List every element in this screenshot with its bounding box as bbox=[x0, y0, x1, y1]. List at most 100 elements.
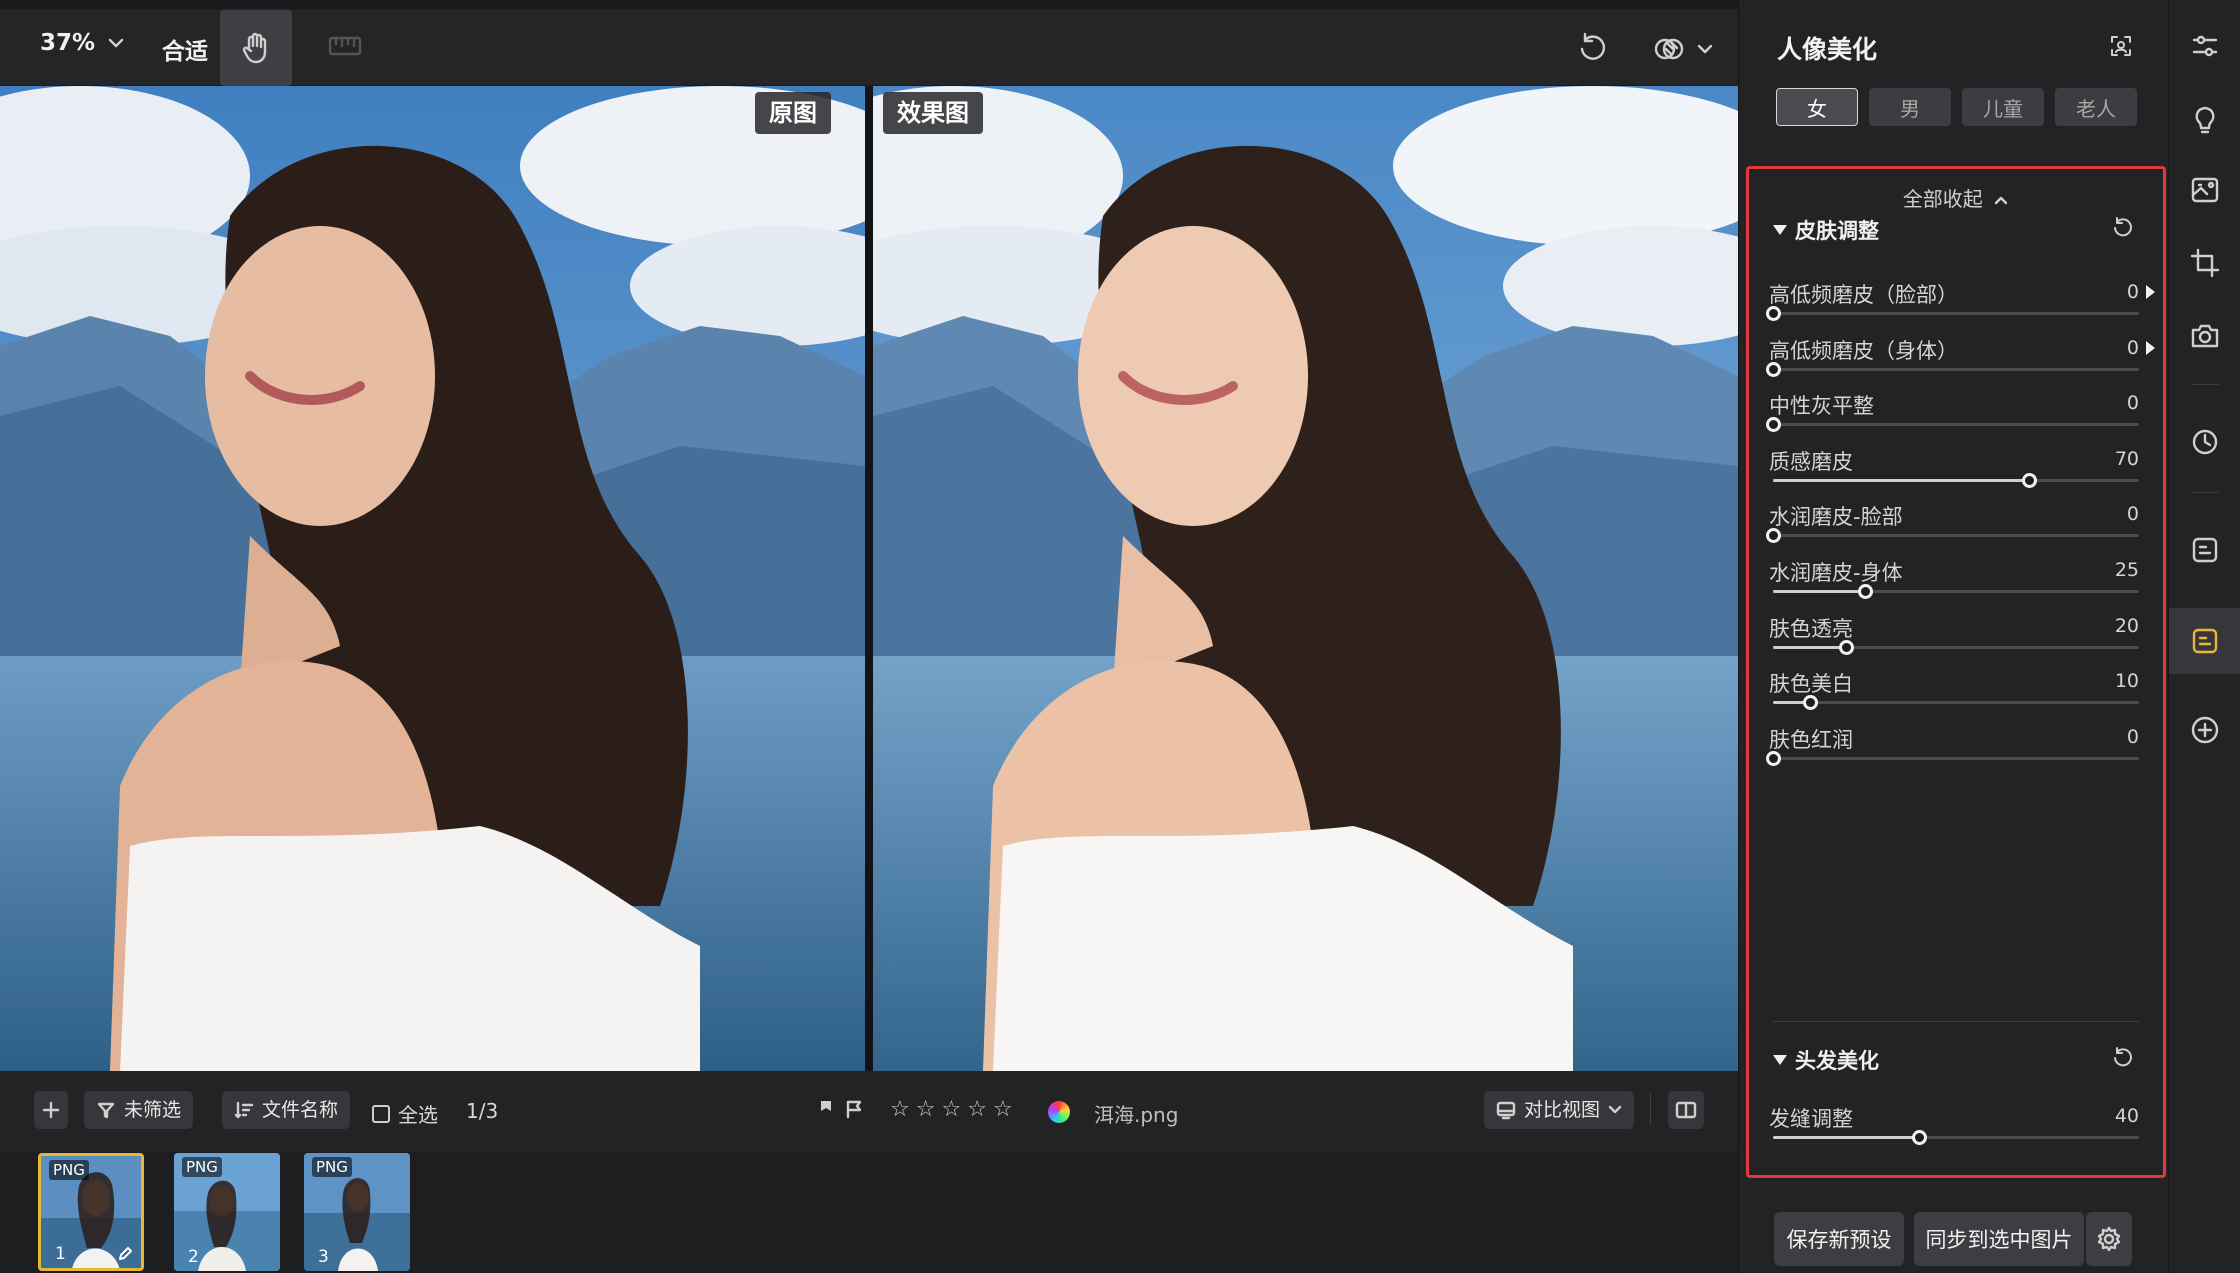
reset-icon[interactable] bbox=[2111, 1045, 2135, 1069]
save-preset-button[interactable]: 保存新预设 bbox=[1774, 1212, 1904, 1266]
slider-value[interactable]: 0 bbox=[2127, 392, 2139, 414]
slider-value[interactable]: 20 bbox=[2115, 615, 2139, 637]
image-edit-icon bbox=[2191, 177, 2219, 203]
skin-section-header[interactable]: 皮肤调整 bbox=[1773, 215, 1879, 245]
color-label-icon[interactable] bbox=[1048, 1101, 1070, 1123]
thumbnail-badge: PNG bbox=[49, 1160, 89, 1180]
slider-label: 质感磨皮 bbox=[1769, 449, 1853, 474]
slider-knob[interactable] bbox=[1766, 750, 1781, 766]
thumbnail-badge: PNG bbox=[312, 1157, 352, 1177]
plus-icon bbox=[42, 1101, 60, 1119]
compare-view-icon bbox=[1496, 1101, 1516, 1120]
rail-history-button[interactable] bbox=[2169, 412, 2240, 472]
thumbnail-item[interactable]: PNG 3 bbox=[304, 1153, 410, 1271]
slider-track[interactable] bbox=[1766, 306, 2139, 321]
crop-icon bbox=[2190, 248, 2220, 278]
effect-image[interactable]: 效果图 bbox=[873, 86, 1738, 1071]
rail-note-button[interactable] bbox=[2169, 520, 2240, 580]
slider-track[interactable] bbox=[1766, 750, 2139, 766]
segment-female[interactable]: 女 bbox=[1776, 88, 1858, 126]
select-all-checkbox[interactable]: 全选 bbox=[372, 1099, 438, 1128]
slider-knob[interactable] bbox=[1766, 528, 1781, 544]
slider-knob[interactable] bbox=[2022, 472, 2038, 488]
slider-knob[interactable] bbox=[1839, 639, 1855, 655]
slider-knob[interactable] bbox=[1802, 695, 1818, 711]
thumbnail-item[interactable]: PNG 1 bbox=[38, 1153, 144, 1271]
rail-camera-button[interactable] bbox=[2169, 306, 2240, 366]
star-icon[interactable]: ☆ bbox=[967, 1097, 987, 1122]
slider-track[interactable] bbox=[1766, 528, 2139, 544]
slider-knob[interactable] bbox=[1766, 417, 1781, 433]
portrait-beauty-icon bbox=[2192, 628, 2218, 654]
slider-value[interactable]: 0 bbox=[2127, 281, 2139, 303]
slider-track[interactable] bbox=[1773, 472, 2139, 488]
slider-knob[interactable] bbox=[1912, 1130, 1928, 1145]
rail-crop-button[interactable] bbox=[2169, 234, 2240, 294]
slider-track[interactable] bbox=[1773, 1130, 2139, 1145]
segment-child[interactable]: 儿童 bbox=[1962, 88, 2044, 126]
slider-label: 水润磨皮-身体 bbox=[1769, 561, 1903, 585]
thumbnail-badge: PNG bbox=[182, 1157, 222, 1177]
face-detect-icon[interactable] bbox=[2109, 34, 2133, 58]
star-icon[interactable]: ☆ bbox=[993, 1097, 1013, 1122]
hand-tool-button[interactable] bbox=[220, 10, 292, 86]
filter-button[interactable]: 未筛选 bbox=[84, 1091, 194, 1129]
slider-track[interactable] bbox=[1773, 695, 2139, 711]
star-icon[interactable]: ☆ bbox=[916, 1097, 936, 1122]
segment-elderly[interactable]: 老人 bbox=[2055, 88, 2137, 126]
slider-knob[interactable] bbox=[1857, 584, 1873, 599]
thumbnail-item[interactable]: PNG 2 bbox=[174, 1153, 280, 1271]
hair-section-header[interactable]: 头发美化 bbox=[1773, 1045, 1879, 1075]
star-icon[interactable]: ☆ bbox=[941, 1097, 961, 1122]
rail-portrait-beauty-button[interactable] bbox=[2169, 608, 2240, 674]
slider-value[interactable]: 25 bbox=[2115, 559, 2139, 581]
slider-track[interactable] bbox=[1766, 361, 2139, 377]
slider-knob[interactable] bbox=[1766, 306, 1781, 321]
zoom-select[interactable]: 37% bbox=[40, 30, 125, 56]
slider-value[interactable]: 0 bbox=[2127, 726, 2139, 748]
original-image[interactable]: 原图 bbox=[0, 86, 865, 1071]
settings-button[interactable] bbox=[2086, 1212, 2132, 1266]
slider-track[interactable] bbox=[1766, 417, 2139, 433]
compare-canvas[interactable]: 原图 效果图 bbox=[0, 86, 1738, 1071]
select-all-label: 全选 bbox=[398, 1103, 438, 1127]
reject-flag-icon[interactable] bbox=[844, 1099, 864, 1119]
slider-value[interactable]: 10 bbox=[2115, 670, 2139, 692]
expand-arrow-icon[interactable] bbox=[2146, 285, 2155, 299]
slider-value[interactable]: 40 bbox=[2115, 1105, 2139, 1127]
slider-knob[interactable] bbox=[1766, 361, 1781, 377]
slider-value[interactable]: 0 bbox=[2127, 503, 2139, 525]
reset-icon[interactable] bbox=[2111, 215, 2135, 239]
undo-icon[interactable] bbox=[1576, 31, 1610, 65]
split-view-button[interactable] bbox=[1668, 1091, 1704, 1129]
compare-view-select[interactable]: 对比视图 bbox=[1484, 1091, 1635, 1129]
star-icon[interactable]: ☆ bbox=[890, 1097, 910, 1122]
split-view-icon bbox=[1675, 1101, 1697, 1119]
rail-bulb-button[interactable] bbox=[2169, 90, 2240, 150]
chevron-down-icon bbox=[1608, 1105, 1622, 1114]
slider-track[interactable] bbox=[1773, 639, 2139, 655]
rail-adjust-button[interactable] bbox=[2169, 16, 2240, 76]
hand-icon bbox=[242, 32, 267, 64]
slider-value[interactable]: 0 bbox=[2127, 337, 2139, 359]
star-rating[interactable]: ☆ ☆ ☆ ☆ ☆ bbox=[890, 1097, 1013, 1122]
overlay-compare-select[interactable] bbox=[1652, 32, 1714, 66]
add-button[interactable] bbox=[34, 1091, 68, 1129]
slider-label: 肤色红润 bbox=[1769, 727, 1853, 752]
rail-image-edit-button[interactable] bbox=[2169, 160, 2240, 220]
sort-button[interactable]: 文件名称 bbox=[222, 1091, 351, 1129]
ruler-icon[interactable] bbox=[328, 34, 362, 58]
collapse-all-label: 全部收起 bbox=[1902, 187, 1983, 211]
slider-value[interactable]: 70 bbox=[2115, 448, 2139, 470]
sort-icon bbox=[234, 1101, 254, 1119]
collapse-all-button[interactable]: 全部收起 bbox=[1749, 183, 2163, 212]
flag-icon[interactable] bbox=[814, 1099, 834, 1119]
rail-add-button[interactable] bbox=[2169, 700, 2240, 760]
slider-track[interactable] bbox=[1773, 584, 2139, 599]
fit-button[interactable]: 合适 bbox=[162, 32, 208, 66]
segment-male[interactable]: 男 bbox=[1869, 88, 1951, 126]
expand-arrow-icon[interactable] bbox=[2146, 340, 2155, 355]
slider-fill bbox=[1773, 1136, 1920, 1139]
sync-selected-button[interactable]: 同步到选中图片 bbox=[1914, 1212, 2084, 1266]
slider-label: 高低频磨皮（脸部） bbox=[1769, 283, 1958, 307]
